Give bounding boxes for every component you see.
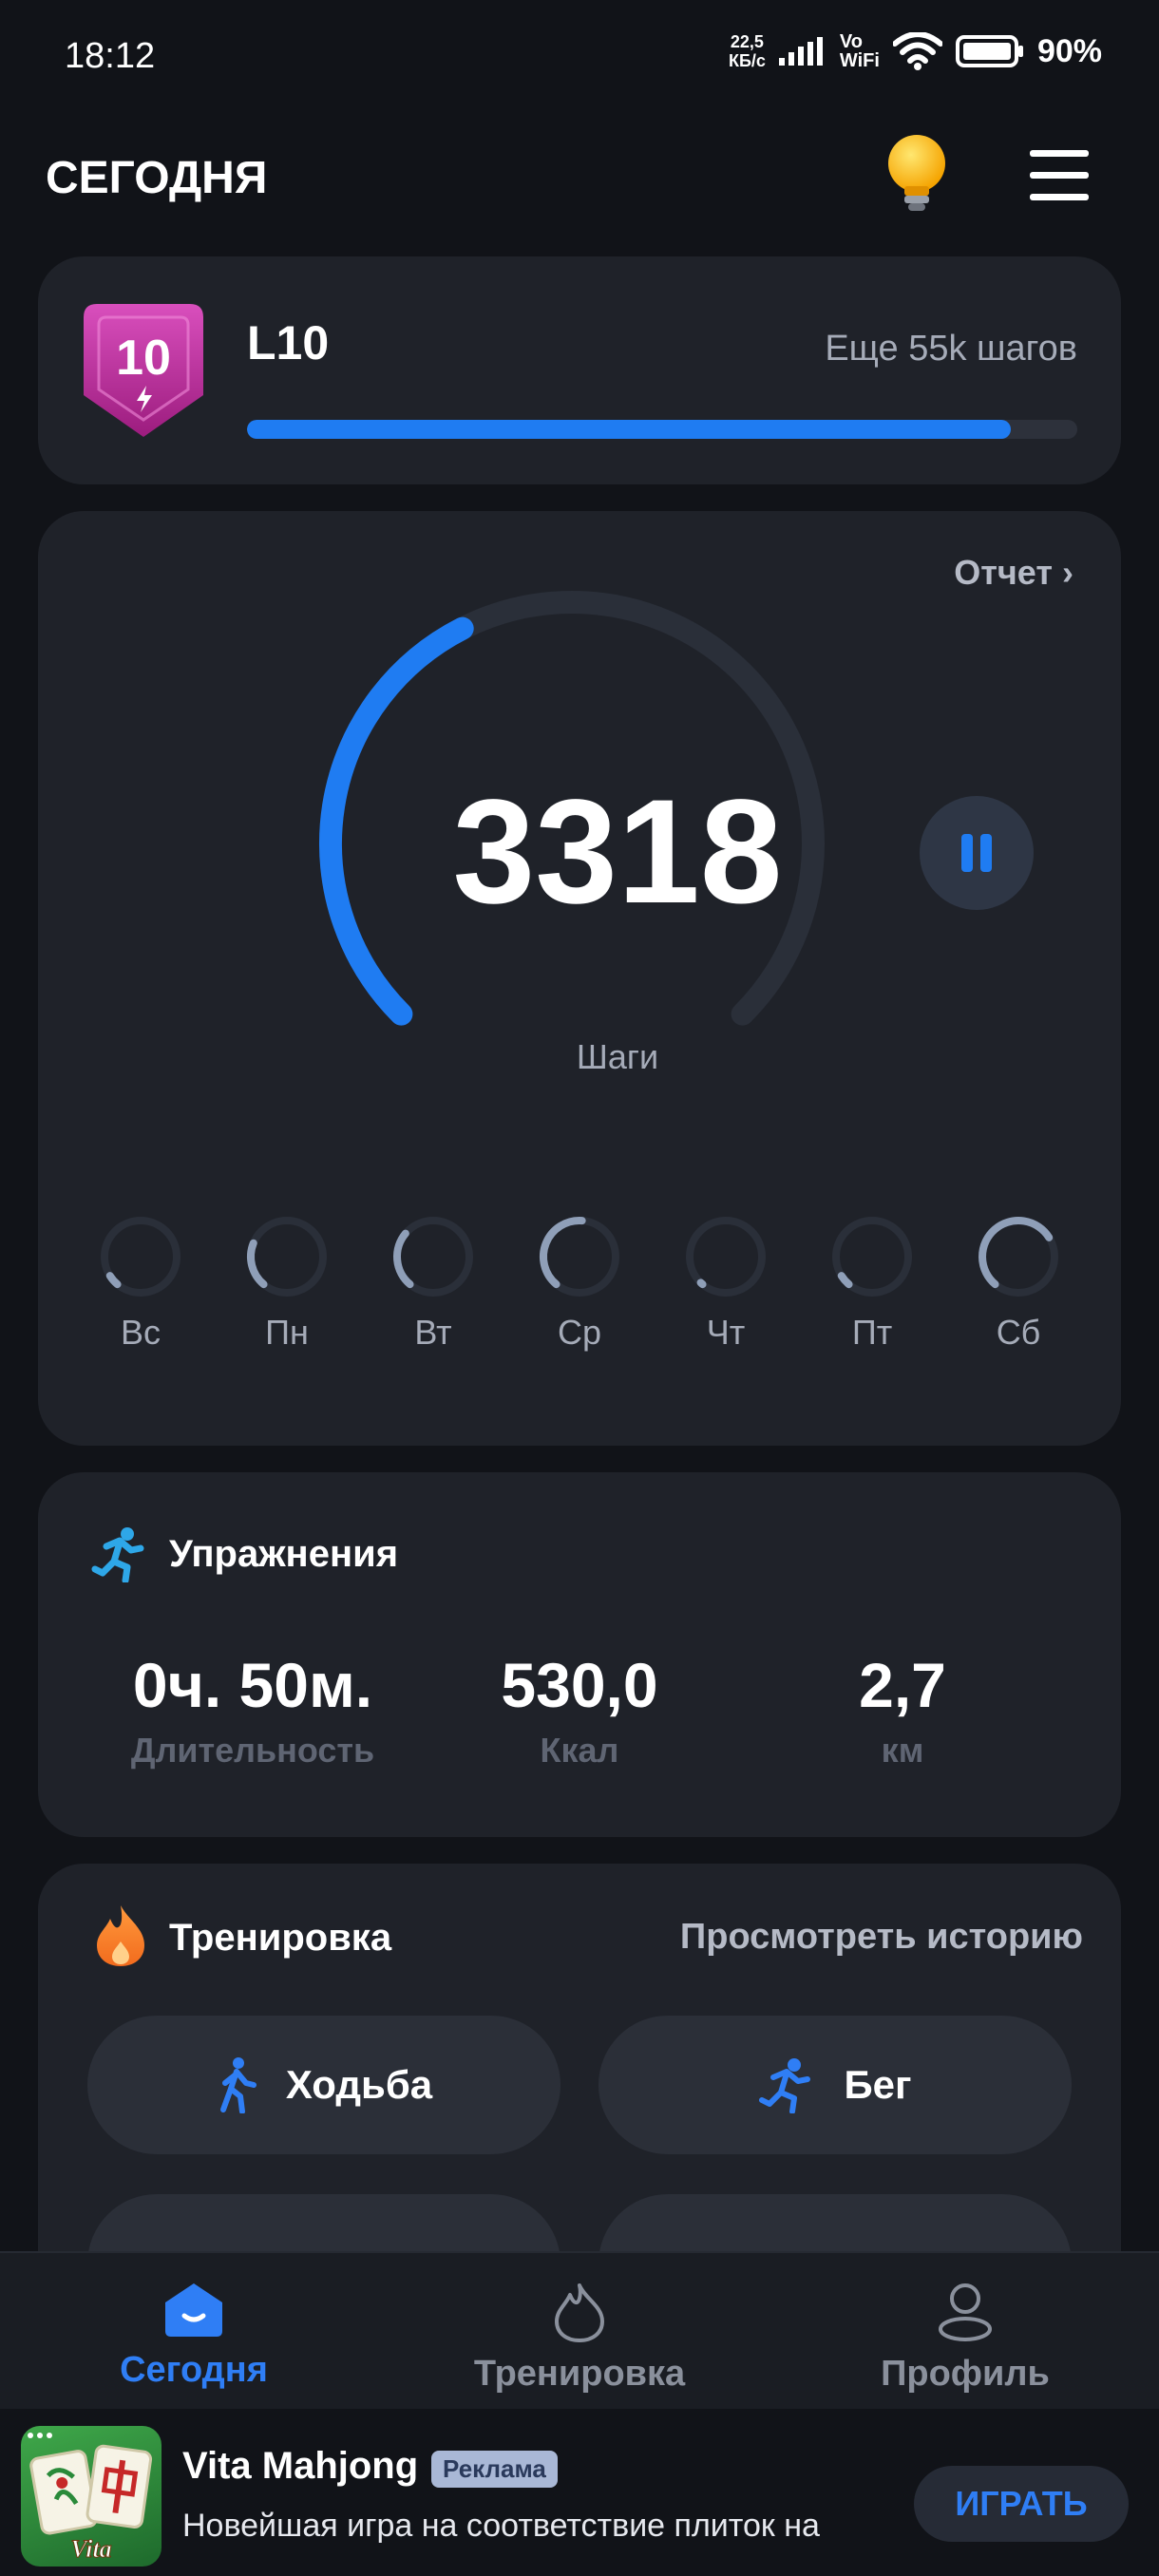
person-icon <box>939 2283 992 2341</box>
day-ring <box>978 1217 1058 1297</box>
day-saturday[interactable]: Сб <box>971 1214 1066 1353</box>
pause-button[interactable] <box>920 796 1034 910</box>
pause-icon <box>961 834 973 872</box>
calories-stat: 530,0 Ккал <box>501 1650 658 1770</box>
running-icon <box>759 2058 811 2113</box>
level-name: L10 <box>247 316 330 369</box>
exercise-card[interactable]: Упражнения 0ч. 50м. Длительность 530,0 К… <box>38 1472 1121 1837</box>
ad-app-icon[interactable]: Vita <box>21 2426 162 2567</box>
day-sunday[interactable]: Вс <box>93 1214 188 1353</box>
ad-title: Vita Mahjong <box>182 2445 419 2487</box>
day-tuesday[interactable]: Вт <box>386 1214 481 1353</box>
status-time: 18:12 <box>65 36 156 76</box>
nav-profile[interactable]: Профиль <box>823 2282 1108 2395</box>
level-badge-number: 10 <box>116 331 171 386</box>
home-icon <box>165 2283 222 2337</box>
day-ring <box>540 1217 619 1297</box>
day-ring-fill <box>247 1239 268 1289</box>
menu-icon[interactable] <box>1030 150 1089 203</box>
signal-icon <box>778 37 823 66</box>
report-link[interactable]: Отчет › <box>954 553 1074 593</box>
level-card[interactable]: 10 L10 Еще 55k шагов <box>38 256 1121 484</box>
day-monday[interactable]: Пн <box>239 1214 334 1353</box>
status-icons: 22,5 КБ/с Vo WiFi 90% <box>729 32 1102 70</box>
ad-badge: Реклама <box>431 2451 558 2488</box>
running-person-icon <box>91 1527 144 1582</box>
nav-training[interactable]: Тренировка <box>437 2282 722 2395</box>
bottom-nav: Сегодня Тренировка Профиль <box>0 2251 1159 2409</box>
battery-percent: 90% <box>1036 32 1102 69</box>
day-ring <box>832 1217 912 1297</box>
lightbulb-icon[interactable] <box>884 133 950 213</box>
status-bar: 18:12 22,5 КБ/с Vo WiFi 90% <box>0 0 1159 114</box>
level-progress-bar <box>247 420 1077 439</box>
wifi-icon <box>892 32 942 70</box>
day-ring <box>247 1217 327 1297</box>
day-ring <box>686 1217 766 1297</box>
svg-text:Vita: Vita <box>70 2535 111 2563</box>
day-wednesday[interactable]: Ср <box>532 1214 627 1353</box>
steps-card: Отчет › 3318 Шаги Вс Пн Вт Ср Чт Пт Сб <box>38 511 1121 1446</box>
ad-subtitle: Новейшая игра на соответствие плиток на <box>182 2508 820 2544</box>
history-link[interactable]: Просмотреть историю <box>680 1917 1083 1958</box>
steps-label: Шаги <box>576 1037 659 1076</box>
day-ring-fill <box>696 1279 707 1289</box>
nav-today[interactable]: Сегодня <box>51 2282 336 2391</box>
day-ring <box>393 1217 473 1297</box>
running-button[interactable]: Бег <box>598 2016 1072 2154</box>
walking-button[interactable]: Ходьба <box>87 2016 560 2154</box>
day-ring-fill <box>837 1272 853 1289</box>
day-friday[interactable]: Пт <box>825 1214 920 1353</box>
day-ring <box>101 1217 180 1297</box>
chevron-right-icon: › <box>1062 553 1074 592</box>
network-speed: 22,5 КБ/с <box>728 32 766 70</box>
duration-stat: 0ч. 50м. Длительность <box>130 1650 375 1770</box>
day-thursday[interactable]: Чт <box>678 1214 773 1353</box>
level-badge: 10 <box>84 304 203 437</box>
walking-icon <box>219 2057 256 2113</box>
flame-outline-icon <box>555 2283 604 2342</box>
ad-play-button[interactable]: ИГРАТЬ <box>914 2466 1129 2542</box>
mahjong-tiles-icon: Vita <box>28 2433 153 2564</box>
day-ring-fill <box>540 1217 586 1289</box>
page-title: СЕГОДНЯ <box>46 153 268 203</box>
flame-icon <box>97 1905 144 1966</box>
day-ring-fill <box>393 1229 414 1289</box>
battery-icon <box>955 35 1023 67</box>
day-ring-fill <box>978 1217 1054 1289</box>
distance-stat: 2,7 км <box>859 1650 946 1770</box>
exercise-title: Упражнения <box>169 1533 399 1575</box>
day-ring-fill <box>105 1272 122 1289</box>
level-remaining: Еще 55k шагов <box>825 329 1077 369</box>
ad-banner[interactable]: Vita Vita Mahjong Реклама Новейшая игра … <box>0 2409 1159 2576</box>
training-title: Тренировка <box>169 1917 392 1959</box>
steps-value: 3318 <box>452 769 783 935</box>
level-progress-fill <box>247 420 1012 439</box>
vowifi-indicator: Vo WiFi <box>839 31 880 71</box>
